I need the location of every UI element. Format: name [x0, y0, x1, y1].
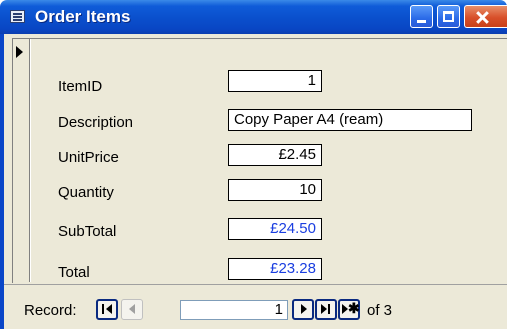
previous-arrow-icon [129, 304, 135, 314]
description-label: Description [58, 114, 134, 131]
form-icon[interactable] [10, 10, 25, 23]
total-label: Total [58, 264, 90, 281]
subtotal-label: SubTotal [58, 223, 117, 240]
first-record-button[interactable] [96, 299, 118, 320]
last-record-button[interactable] [315, 299, 337, 320]
last-bar-icon [328, 304, 330, 314]
unitprice-label: UnitPrice [58, 149, 119, 166]
order-items-window: Order Items ItemID 1 Description Copy Pa… [0, 0, 507, 329]
first-bar-icon [102, 304, 104, 314]
window-title: Order Items [35, 7, 131, 26]
quantity-label: Quantity [58, 184, 114, 201]
next-record-button[interactable] [292, 299, 314, 320]
selector-divider [30, 39, 31, 282]
unitprice-field[interactable]: £2.45 [228, 144, 322, 166]
total-field[interactable]: £23.28 [228, 258, 322, 280]
minimize-button[interactable] [410, 5, 433, 28]
subtotal-field[interactable]: £24.50 [228, 218, 322, 240]
itemid-field[interactable]: 1 [228, 70, 322, 92]
description-field[interactable]: Copy Paper A4 (ream) [228, 109, 472, 131]
itemid-label: ItemID [58, 78, 103, 95]
record-count-text: of 3 [367, 302, 393, 319]
close-button[interactable] [464, 5, 507, 28]
new-record-asterisk-icon: ✱ [348, 300, 360, 316]
new-record-button[interactable]: ✱ [338, 299, 360, 320]
title-bar[interactable]: Order Items [0, 0, 507, 34]
current-record-input[interactable]: 1 [180, 300, 288, 320]
record-label: Record: [24, 302, 77, 319]
maximize-button[interactable] [437, 5, 460, 28]
first-arrow-icon [106, 304, 112, 314]
record-selector[interactable] [13, 39, 30, 282]
current-record-arrow-icon [16, 46, 23, 58]
previous-record-button[interactable] [121, 299, 143, 320]
quantity-field[interactable]: 10 [228, 179, 322, 201]
next-arrow-icon [301, 304, 307, 314]
last-arrow-icon [321, 304, 327, 314]
